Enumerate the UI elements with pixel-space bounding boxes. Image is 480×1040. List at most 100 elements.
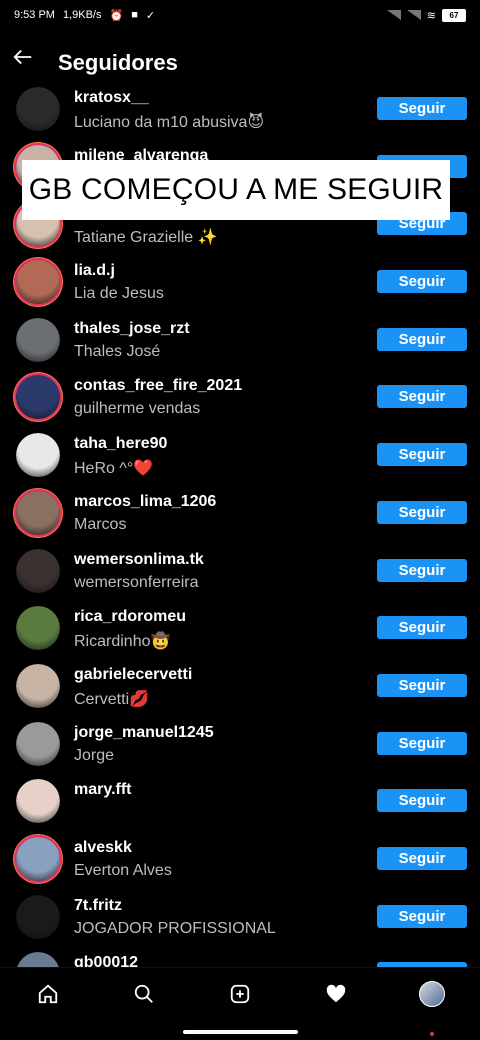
avatar[interactable]	[16, 663, 60, 708]
clock: 9:53 PM	[14, 9, 55, 21]
follower-row[interactable]: 7t.fritz JOGADOR PROFISSIONAL Seguir	[0, 888, 480, 946]
follow-button[interactable]: Seguir	[377, 97, 467, 120]
back-arrow-icon[interactable]	[12, 46, 34, 68]
home-icon[interactable]	[35, 981, 61, 1007]
full-name: Cervetti💋	[74, 690, 150, 708]
follower-row[interactable]: jorge_manuel1245 Jorge Seguir	[0, 715, 480, 773]
follow-button[interactable]: Seguir	[377, 846, 467, 870]
username[interactable]: marcos_lima_1206	[74, 493, 216, 511]
username[interactable]: contas_free_fire_2021	[74, 377, 242, 395]
signal-icon	[386, 10, 401, 20]
avatar-image	[16, 779, 60, 824]
avatar[interactable]	[16, 490, 60, 535]
wifi-icon: ≋	[426, 9, 436, 22]
home-indicator[interactable]	[183, 1030, 298, 1034]
battery-level: 67	[449, 10, 459, 20]
avatar-image	[16, 894, 60, 939]
avatar[interactable]	[16, 548, 60, 593]
alarm-icon: ⏰	[109, 9, 124, 22]
follower-row[interactable]: alveskk Everton Alves Seguir	[0, 830, 480, 888]
video-caption-overlay: GB COMEÇOU A ME SEGUIR	[22, 160, 450, 220]
full-name: Lia de Jesus	[74, 285, 164, 303]
username[interactable]: wemersonlima.tk	[74, 551, 204, 569]
avatar-image	[16, 836, 60, 881]
username[interactable]: gabrielecervetti	[74, 666, 192, 684]
search-icon[interactable]	[131, 981, 157, 1007]
follow-button[interactable]: Seguir	[377, 616, 467, 640]
follower-row[interactable]: contas_free_fire_2021 guilherme vendas Seg…	[0, 368, 480, 426]
username[interactable]: mary.fft	[74, 781, 132, 799]
avatar[interactable]	[16, 894, 60, 939]
full-name: wemersonferreira	[74, 573, 199, 591]
signal-icon-2	[406, 10, 421, 20]
profile-avatar[interactable]	[419, 981, 445, 1007]
page-title: Seguidores	[58, 50, 178, 75]
follower-row[interactable]: kratosx__ Luciano da m10 abusiva😈 Seguir	[0, 80, 480, 138]
avatar-image	[16, 433, 60, 478]
status-bar: 9:53 PM 1,9KB/s ⏰ ■ ✓ ≋ 67	[0, 0, 480, 30]
follower-row[interactable]: thales_jose_rzt Thales José Seguir	[0, 311, 480, 369]
avatar[interactable]	[16, 375, 60, 420]
full-name: HeRo ^°❤️	[74, 460, 154, 478]
follow-button[interactable]: Seguir	[377, 385, 467, 409]
avatar-image	[16, 317, 60, 362]
follow-button[interactable]: Seguir	[377, 327, 467, 351]
check-icon: ✓	[145, 9, 156, 22]
avatar-image	[16, 548, 60, 593]
follow-button[interactable]: Seguir	[377, 731, 467, 755]
follower-row[interactable]: rica_rdoromeu Ricardinho🤠 Seguir	[0, 599, 480, 657]
full-name: Tatiane Grazielle ✨	[74, 229, 218, 247]
username[interactable]: rica_rdoromeu	[74, 608, 186, 626]
username[interactable]: taha_here90	[74, 435, 167, 453]
avatar-image	[16, 260, 60, 305]
follower-row[interactable]: lia.d.j Lia de Jesus Seguir	[0, 253, 480, 311]
full-name: Everton Alves	[74, 861, 172, 879]
notification-dot	[430, 1032, 434, 1036]
avatar-image	[16, 375, 60, 420]
avatar[interactable]	[16, 317, 60, 362]
avatar[interactable]	[16, 87, 60, 131]
full-name: Marcos	[74, 515, 127, 533]
full-name: Jorge	[74, 746, 115, 764]
full-name: Luciano da m10 abusiva😈	[74, 114, 265, 131]
username[interactable]: lia.d.j	[74, 262, 115, 280]
username[interactable]: thales_jose_rzt	[74, 320, 190, 338]
avatar[interactable]	[16, 260, 60, 305]
follow-button[interactable]: Seguir	[377, 558, 467, 582]
video-icon: ■	[131, 9, 138, 21]
full-name: guilherme vendas	[74, 400, 201, 418]
avatar-image	[16, 490, 60, 535]
full-name: Ricardinho🤠	[74, 633, 171, 651]
avatar	[419, 981, 445, 1007]
follow-button[interactable]: Seguir	[377, 904, 467, 928]
avatar-image	[16, 87, 60, 131]
follow-button[interactable]: Seguir	[377, 270, 467, 294]
avatar[interactable]	[16, 433, 60, 478]
network-speed: 1,9KB/s	[62, 9, 102, 21]
username[interactable]: jorge_manuel1245	[74, 724, 214, 742]
follow-button[interactable]: Seguir	[377, 789, 467, 813]
avatar[interactable]	[16, 721, 60, 766]
battery-icon: 67	[442, 8, 466, 22]
username[interactable]: alveskk	[74, 839, 132, 857]
follower-row[interactable]: wemersonlima.tk wemersonferreira Seguir	[0, 542, 480, 600]
full-name: JOGADOR PROFISSIONAL	[74, 919, 276, 937]
full-name: Thales José	[74, 342, 161, 360]
follow-button[interactable]: Seguir	[377, 673, 467, 697]
avatar-image	[16, 663, 60, 708]
add-post-icon[interactable]	[227, 981, 253, 1007]
heart-icon[interactable]	[323, 981, 349, 1007]
follower-row[interactable]: mary.fft Seguir	[0, 772, 480, 830]
follower-row[interactable]: taha_here90 HeRo ^°❤️ Seguir	[0, 426, 480, 484]
avatar[interactable]	[16, 836, 60, 881]
bottom-navigation	[0, 967, 480, 1020]
username[interactable]: 7t.fritz	[74, 897, 122, 915]
avatar-image	[16, 721, 60, 766]
follow-button[interactable]: Seguir	[377, 443, 467, 467]
follow-button[interactable]: Seguir	[377, 500, 467, 524]
follower-row[interactable]: gabrielecervetti Cervetti💋 Seguir	[0, 657, 480, 715]
follower-row[interactable]: marcos_lima_1206 Marcos Seguir	[0, 484, 480, 542]
avatar[interactable]	[16, 606, 60, 651]
avatar[interactable]	[16, 779, 60, 824]
username[interactable]: kratosx__	[74, 89, 149, 107]
